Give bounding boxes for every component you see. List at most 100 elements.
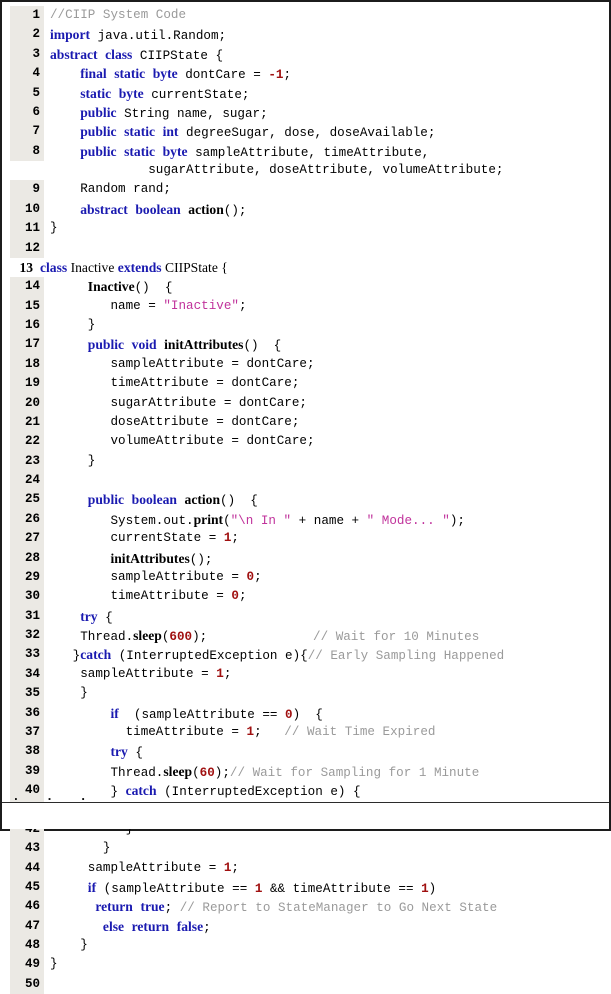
token-kw: static [124,124,156,140]
code-line[interactable]: 3 abstract class CIIPState { [2,44,609,65]
code-text: public String name, sugar; [44,103,609,124]
token-kw: return [95,899,133,915]
token-pl: ; [223,666,232,681]
code-line[interactable]: 34 sampleAttribute = 1; [2,664,609,685]
code-text: Thread.sleep(600); // Wait for 10 Minute… [44,626,609,647]
code-line[interactable]: 36 if (sampleAttribute == 0) { [2,703,609,723]
token-kw: public [87,492,125,508]
code-text: }catch (InterruptedException e){// Early… [44,645,609,666]
code-line[interactable]: 21 doseAttribute = dontCare; [2,412,609,433]
token-str: "Inactive" [163,298,239,313]
code-line[interactable]: 30 timeAttribute = 0; [2,587,609,607]
code-line[interactable]: 43 } [2,839,609,859]
token-pl: (); [223,203,247,218]
code-line[interactable]: 31 try { [2,606,609,628]
token-pl: Thread. [50,630,134,644]
code-line[interactable]: 20 sugarAttribute = dontCare; [2,393,609,413]
code-line[interactable]: 49} [2,955,609,975]
code-text: if (sampleAttribute == 1 && timeAttribut… [44,878,609,899]
code-line[interactable]: 48 } [2,936,609,956]
token-sf: CIIPState { [165,259,228,275]
code-line[interactable]: 18 sampleAttribute = dontCare; [2,354,609,375]
code-line[interactable]: 33 }catch (InterruptedException e){// Ea… [2,645,609,666]
code-line[interactable]: 47 else return false; [2,916,609,938]
token-pl: { [127,746,143,761]
code-text: } [44,684,609,703]
token-pl: ) [428,881,437,896]
code-line[interactable]: 7 public static int degreeSugar, dose, d… [2,122,609,142]
token-num: 0 [231,589,239,604]
token-pl: sampleAttribute = [50,860,224,875]
line-number: 50 [10,974,44,994]
token-pl: CIIPState { [139,48,224,63]
token-pl: () { [243,339,282,354]
code-line[interactable]: 44 sampleAttribute = 1; [2,858,609,878]
line-number: 23 [10,451,44,471]
code-line[interactable]: 6 public String name, sugar; [2,102,609,124]
code-line[interactable]: 2 import java.util.Random; [2,25,609,45]
code-text: try { [44,607,609,628]
code-line[interactable]: 38 try { [2,742,609,762]
code-line[interactable]: 27 currentState = 1; [2,529,609,549]
code-line[interactable]: 35 } [2,684,609,704]
code-line[interactable]: 39 Thread.sleep(60);// Wait for Sampling… [2,761,609,781]
token-pl: sugarAttribute = dontCare; [50,395,307,410]
code-line[interactable]: 32 Thread.sleep(600); // Wait for 10 Min… [2,626,609,647]
code-line[interactable]: 8 public static byte sampleAttribute, ti… [2,141,609,161]
line-number: 24 [10,471,44,491]
code-text: } [44,936,609,955]
token-num: 1 [421,881,429,896]
code-line[interactable]: 50 [2,974,609,994]
line-number: 31 [10,606,44,626]
code-line[interactable]: 25 public boolean action() { [2,490,609,510]
code-line[interactable]: 15 name = "Inactive"; [2,296,609,316]
code-text: sampleAttribute = 0; [44,568,609,587]
code-line[interactable]: 11} [2,219,609,239]
line-number: 5 [10,83,44,103]
code-line[interactable]: 12 [2,238,609,258]
code-line[interactable]: 22 volumeAttribute = dontCare; [2,432,609,452]
token-pl: java.util.Random; [90,29,227,44]
code-text: else return false; [44,917,609,938]
code-line[interactable]: 28 initAttributes(); [2,548,609,568]
token-pl: (InterruptedException e){ [111,649,308,664]
code-line[interactable]: 10 abstract boolean action(); [2,199,609,220]
code-line[interactable]: 5 static byte currentState; [2,83,609,103]
token-cmt: //CIIP System Code [50,8,187,22]
token-pl: currentState = [50,531,224,546]
code-line[interactable]: 24 [2,471,609,491]
code-line[interactable]: 23 } [2,451,609,471]
code-text: currentState = 1; [44,529,609,548]
code-line[interactable]: 19 timeAttribute = dontCare; [2,374,609,394]
code-line[interactable]: 46 return true; // Report to StateManage… [2,897,609,917]
code-lines-container[interactable]: 1//CIIP System Code 2 import java.util.Ran… [2,2,609,994]
line-number: 22 [10,432,44,452]
token-pl: ; [238,298,247,313]
code-line[interactable]: 26 System.out.print("\n In " + name + " … [2,509,609,530]
code-line[interactable]: 4 final static byte dontCare = -1; [2,64,609,84]
code-line[interactable]: 14 Inactive() { [2,277,609,297]
token-pl: sampleAttribute = [50,569,247,584]
code-line[interactable]: 16 } [2,316,609,336]
code-line[interactable]: 1 //CIIP System Code [2,6,609,26]
code-line[interactable]: 17 public void initAttributes() { [2,335,609,355]
code-text: } [44,452,609,471]
line-number: 15 [10,296,44,316]
code-line[interactable]: 13 class Inactive extends CIIPState { [2,258,609,277]
code-text: doseAttribute = dontCare; [44,413,609,432]
code-line[interactable]: 37 timeAttribute = 1; // Wait Time Expir… [2,722,609,743]
token-kw: if [110,705,119,721]
code-line[interactable]: 29 sampleAttribute = 0; [2,567,609,588]
code-line[interactable]: 45 if (sampleAttribute == 1 && timeAttri… [2,877,609,899]
code-line[interactable]: sugarAttribute, doseAttribute, volumeAtt… [2,161,609,180]
code-line[interactable]: 9 Random rand; [2,180,609,200]
